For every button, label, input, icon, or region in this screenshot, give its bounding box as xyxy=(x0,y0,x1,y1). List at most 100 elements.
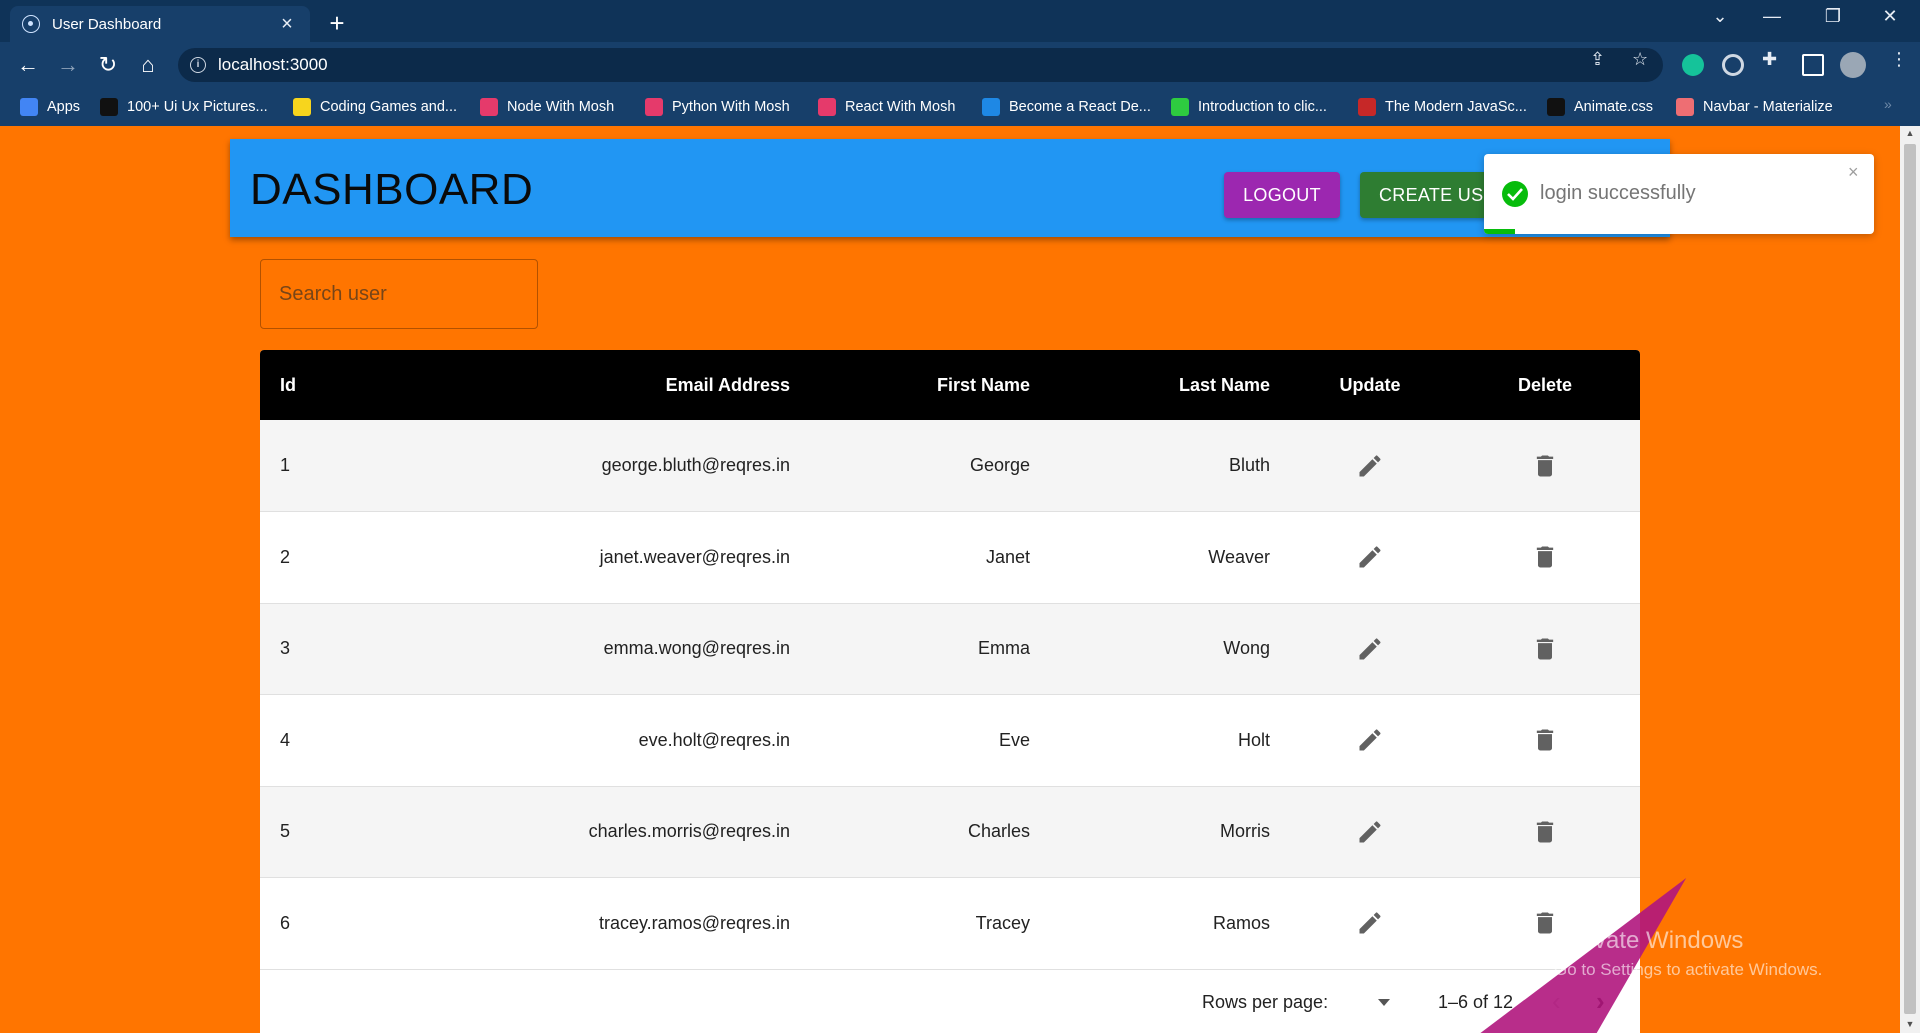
cell-last-name: Ramos xyxy=(1212,912,1270,933)
window-close-icon[interactable]: ✕ xyxy=(1870,6,1910,27)
edit-pencil-icon[interactable] xyxy=(1356,821,1384,843)
profile-avatar[interactable] xyxy=(1840,52,1866,78)
reload-icon[interactable]: ↻ xyxy=(92,50,124,80)
bookmark-favicon-icon xyxy=(480,98,498,116)
edit-pencil-icon[interactable] xyxy=(1356,912,1384,934)
column-header-id[interactable]: Id xyxy=(260,350,380,420)
cell-delete xyxy=(1450,786,1640,878)
cell-first-name: Janet xyxy=(985,546,1030,567)
cell-email: emma.wong@reqres.in xyxy=(603,638,790,659)
cell-email: eve.holt@reqres.in xyxy=(638,729,790,750)
new-tab-plus-icon[interactable]: + xyxy=(322,8,352,39)
bookmark-item[interactable]: Become a React De... xyxy=(982,88,1151,126)
column-header-first-name[interactable]: First Name xyxy=(810,350,1050,420)
home-icon[interactable]: ⌂ xyxy=(132,50,164,80)
tab-close-icon[interactable]: × xyxy=(276,13,298,36)
edit-pencil-icon[interactable] xyxy=(1356,546,1384,568)
bookmark-item[interactable]: Node With Mosh xyxy=(480,88,614,126)
extensions-puzzle-icon[interactable]: ✚ xyxy=(1762,49,1777,70)
search-user-input[interactable] xyxy=(260,259,538,329)
back-arrow-icon[interactable]: ← xyxy=(12,50,44,80)
forward-arrow-icon[interactable]: → xyxy=(52,50,84,80)
address-bar[interactable]: i xyxy=(178,48,1663,82)
toast-close-icon[interactable]: × xyxy=(1848,162,1859,183)
cell-first-name: Eve xyxy=(998,729,1030,750)
edit-pencil-icon[interactable] xyxy=(1356,638,1384,660)
scrollbar-thumb[interactable] xyxy=(1904,144,1916,1014)
delete-trash-icon[interactable] xyxy=(1531,546,1559,568)
page-scrollbar[interactable]: ▲ ▼ xyxy=(1900,126,1920,1033)
bookmarks-overflow-icon[interactable]: » xyxy=(1884,96,1892,112)
cell-email: charles.morris@reqres.in xyxy=(588,821,790,842)
table-pagination: Rows per page: 1–6 of 12 ‹ › xyxy=(260,970,1640,1033)
site-info-icon[interactable]: i xyxy=(190,57,206,73)
table-row: 3 emma.wong@reqres.in Emma Wong xyxy=(260,603,1640,695)
restore-icon[interactable]: ❐ xyxy=(1813,6,1853,27)
browser-tab[interactable]: User Dashboard × xyxy=(10,6,310,42)
bookmark-favicon-icon xyxy=(293,98,311,116)
column-header-email[interactable]: Email Address xyxy=(380,350,810,420)
page-viewport: DASHBOARD LOGOUT CREATE USER Id Email Ad… xyxy=(0,126,1920,1033)
bookmark-item[interactable]: 100+ Ui Ux Pictures... xyxy=(100,88,268,126)
cell-id: 2 xyxy=(280,546,291,567)
cell-update xyxy=(1290,512,1450,604)
grammarly-extension-icon[interactable] xyxy=(1682,54,1704,76)
url-input[interactable] xyxy=(218,55,1418,75)
column-header-delete: Delete xyxy=(1517,374,1573,395)
bookmark-item[interactable]: Python With Mosh xyxy=(645,88,790,126)
cell-first-name: George xyxy=(969,455,1030,475)
share-icon[interactable]: ⇪ xyxy=(1590,49,1605,70)
cell-last-name: Morris xyxy=(1220,821,1270,842)
bookmark-favicon-icon xyxy=(100,98,118,116)
delete-trash-icon[interactable] xyxy=(1531,821,1559,843)
bookmark-item[interactable]: Animate.css xyxy=(1547,88,1653,126)
toast-message: login successfully xyxy=(1540,182,1696,204)
toast-notification[interactable]: login successfully × xyxy=(1484,154,1874,234)
cell-update xyxy=(1290,878,1450,970)
bookmark-favicon-icon xyxy=(1676,98,1694,116)
toast-progress-bar xyxy=(1484,229,1516,234)
bookmark-star-icon[interactable]: ☆ xyxy=(1632,49,1648,70)
logout-button[interactable]: LOGOUT xyxy=(1224,172,1340,218)
cell-email: george.bluth@reqres.in xyxy=(601,455,790,475)
scroll-up-icon[interactable]: ▲ xyxy=(1900,128,1920,138)
bookmark-favicon-icon xyxy=(1358,98,1376,116)
cell-first-name: Tracey xyxy=(975,912,1030,933)
cell-email: janet.weaver@reqres.in xyxy=(599,546,790,567)
cell-last-name: Holt xyxy=(1237,729,1270,750)
activate-windows-title: Activate Windows xyxy=(1554,927,1744,954)
react-favicon-icon xyxy=(22,15,40,33)
extension-target-icon[interactable] xyxy=(1722,54,1744,76)
browser-menu-icon[interactable]: ⋮ xyxy=(1890,49,1908,70)
bookmark-favicon-icon xyxy=(1547,98,1565,116)
column-header-update: Update xyxy=(1339,374,1401,395)
bookmark-item[interactable]: Apps xyxy=(20,88,80,126)
bookmark-item[interactable]: The Modern JavaSc... xyxy=(1358,88,1527,126)
edit-pencil-icon[interactable] xyxy=(1356,729,1384,751)
caret-down-icon[interactable] xyxy=(1378,999,1390,1006)
bookmark-item[interactable]: Navbar - Materialize xyxy=(1676,88,1833,126)
cell-last-name: Bluth xyxy=(1228,455,1270,475)
cell-update xyxy=(1290,603,1450,695)
bookmark-item[interactable]: React With Mosh xyxy=(818,88,955,126)
cell-update xyxy=(1290,420,1450,512)
tab-search-chevron-icon[interactable]: ⌄ xyxy=(1700,6,1740,27)
delete-trash-icon[interactable] xyxy=(1531,638,1559,660)
bookmark-favicon-icon xyxy=(982,98,1000,116)
cell-delete xyxy=(1450,512,1640,604)
scroll-down-icon[interactable]: ▼ xyxy=(1900,1019,1920,1029)
edit-pencil-icon[interactable] xyxy=(1356,454,1384,476)
table-header-row: Id Email Address First Name Last Name Up… xyxy=(260,350,1640,420)
cell-id: 6 xyxy=(280,912,291,933)
minimize-icon[interactable]: — xyxy=(1752,6,1792,27)
tab-title: User Dashboard xyxy=(52,15,162,33)
side-panel-icon[interactable] xyxy=(1802,54,1824,76)
browser-tab-bar: User Dashboard × + ⌄ — ❐ ✕ xyxy=(0,0,1920,42)
delete-trash-icon[interactable] xyxy=(1531,729,1559,751)
cell-last-name: Wong xyxy=(1223,638,1270,659)
delete-trash-icon[interactable] xyxy=(1531,454,1559,476)
bookmark-item[interactable]: Coding Games and... xyxy=(293,88,457,126)
cell-first-name: Emma xyxy=(977,638,1030,659)
bookmark-item[interactable]: Introduction to clic... xyxy=(1171,88,1327,126)
column-header-last-name[interactable]: Last Name xyxy=(1050,350,1290,420)
